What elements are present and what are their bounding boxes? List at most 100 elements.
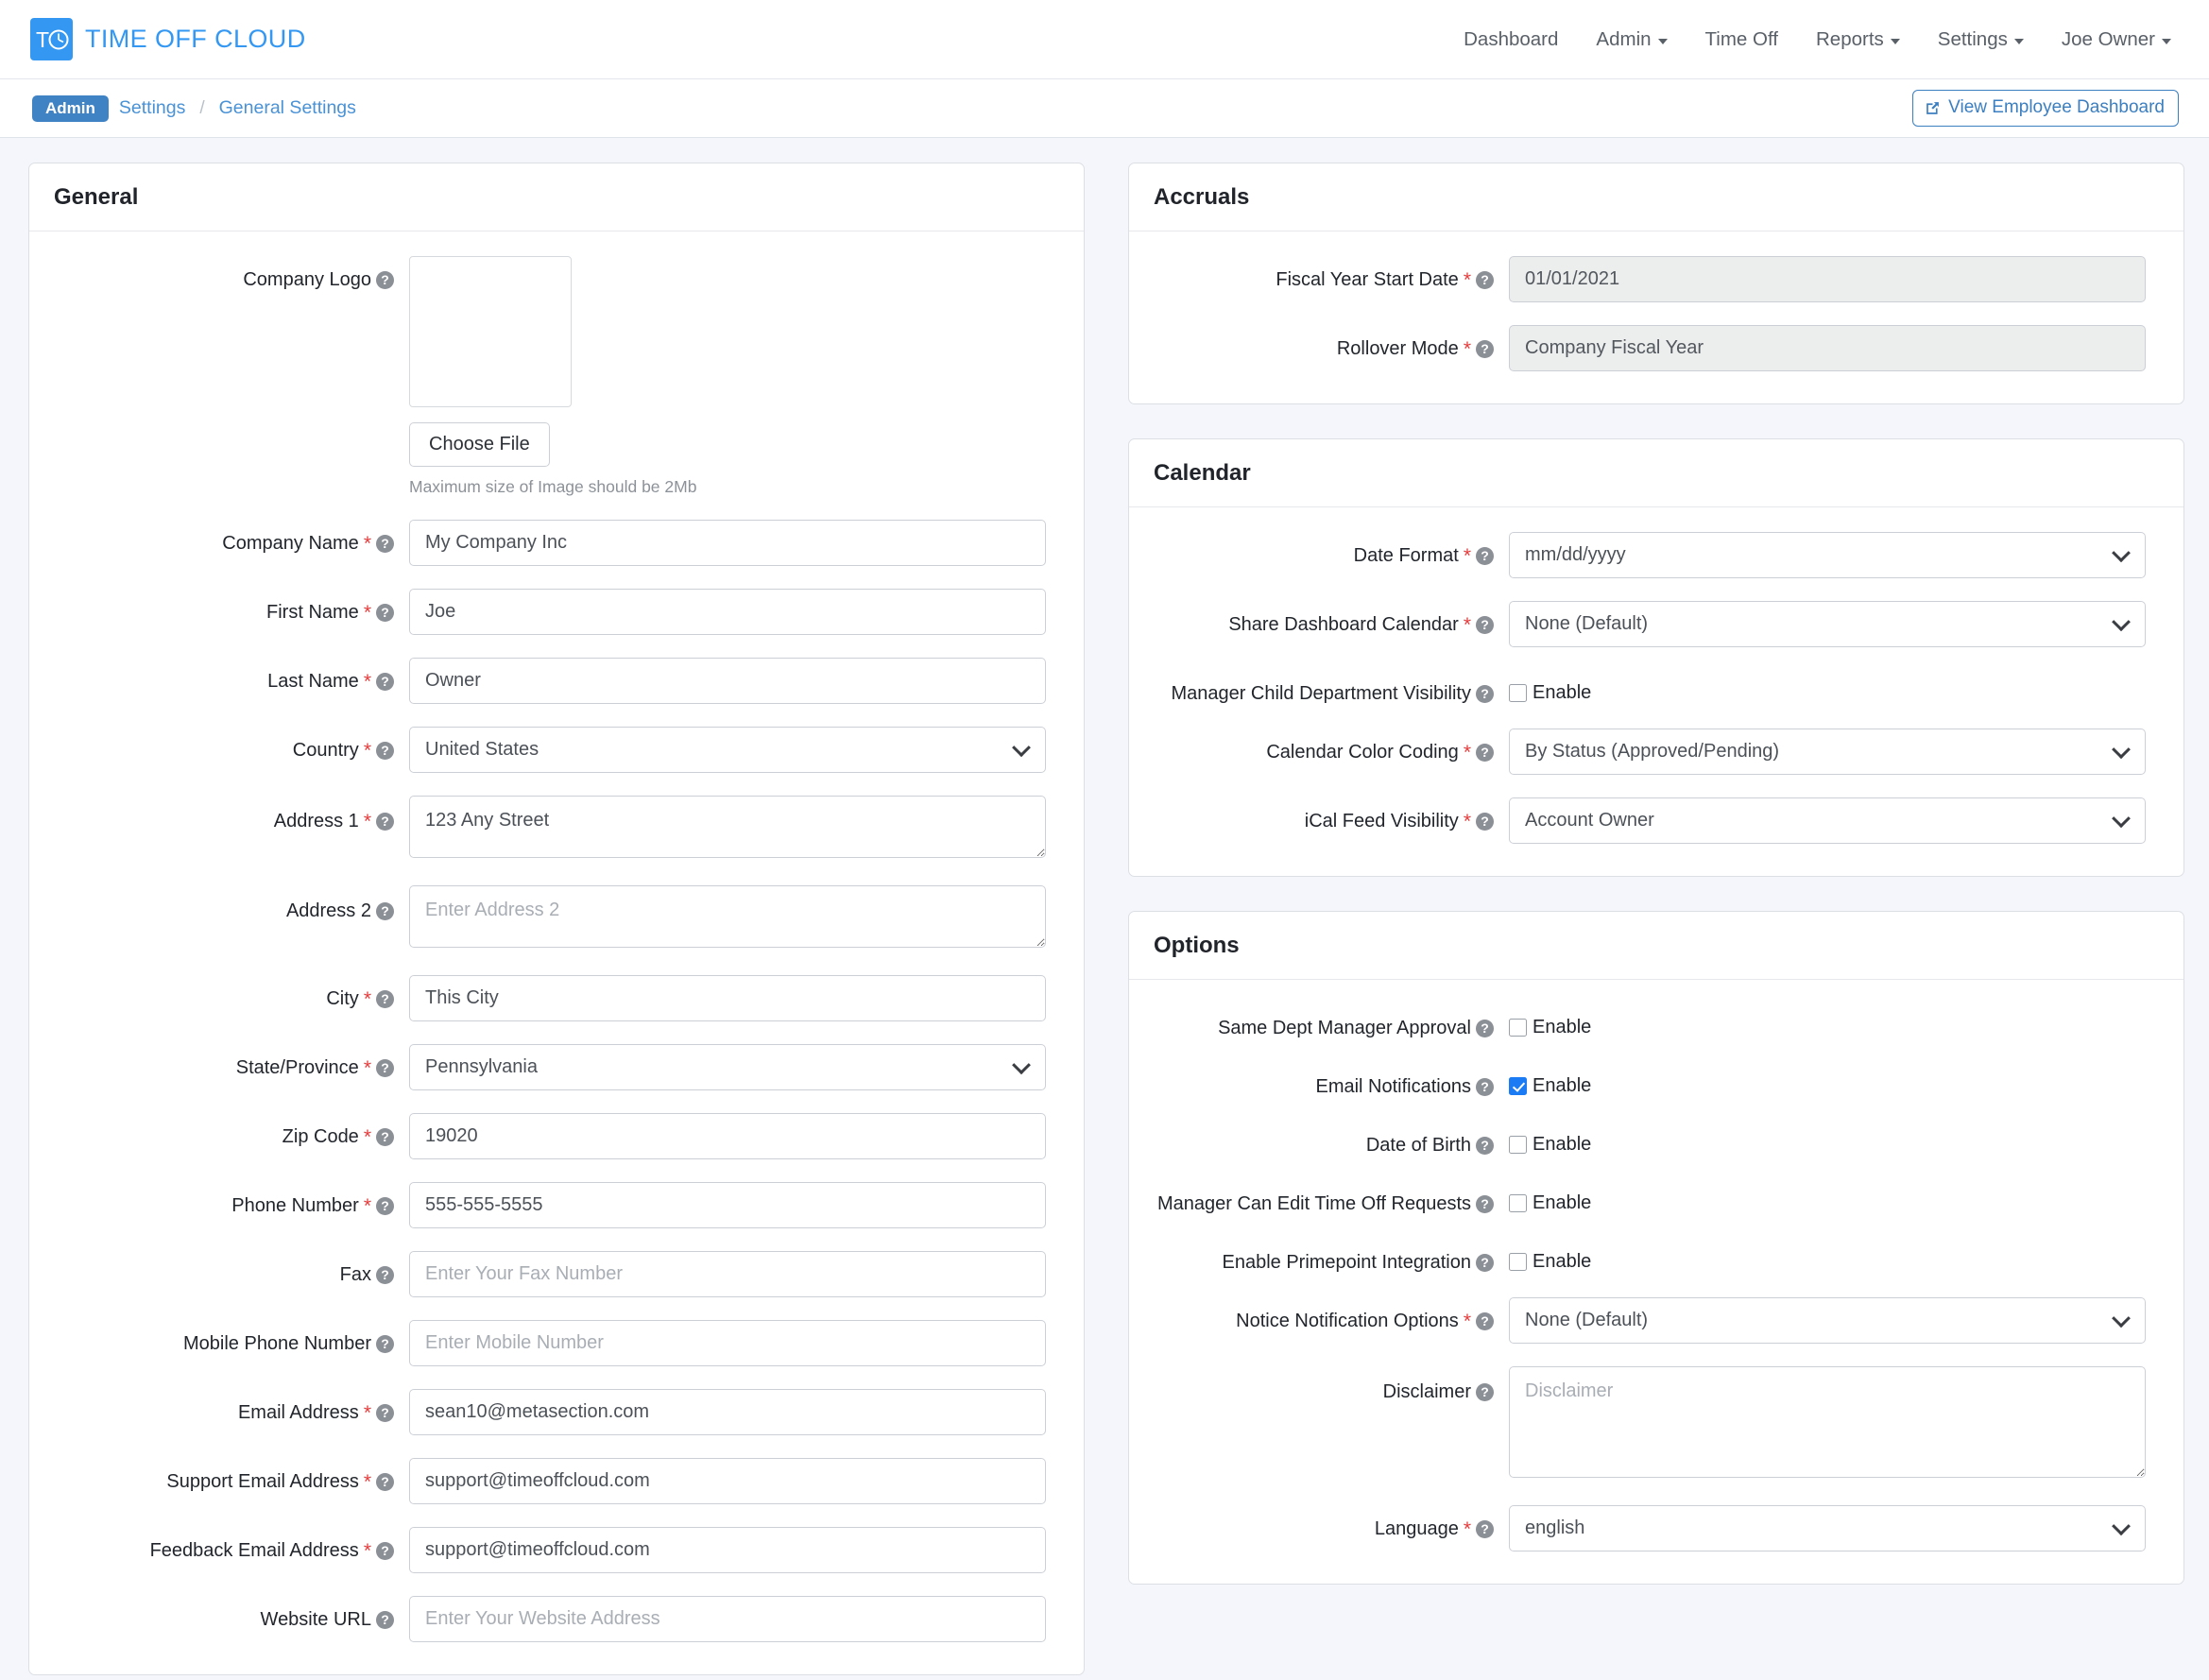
label-share-dashboard-calendar: Share Dashboard Calendar * ? bbox=[1139, 601, 1509, 637]
enable-primepoint-integration-checkbox[interactable] bbox=[1509, 1253, 1527, 1271]
help-icon[interactable]: ? bbox=[1476, 1195, 1494, 1213]
brand-logo[interactable]: T TIME OFF CLOUD bbox=[30, 18, 306, 60]
nav-link-reports[interactable]: Reports bbox=[1816, 28, 1900, 51]
help-icon[interactable]: ? bbox=[376, 990, 394, 1008]
label-first-name-text: First Name bbox=[266, 602, 359, 623]
zip-code-input[interactable] bbox=[409, 1113, 1046, 1159]
date-of-birth-enable-label[interactable]: Enable bbox=[1533, 1134, 1591, 1156]
nav-link-user-menu[interactable]: Joe Owner bbox=[2062, 28, 2171, 51]
label-country: Country * ? bbox=[39, 727, 409, 763]
language-select[interactable]: english bbox=[1509, 1505, 2146, 1551]
address-2-textarea[interactable] bbox=[409, 885, 1046, 948]
breadcrumb: Admin Settings / General Settings bbox=[32, 94, 356, 122]
help-icon[interactable]: ? bbox=[1476, 547, 1494, 565]
help-icon[interactable]: ? bbox=[1476, 616, 1494, 634]
help-icon[interactable]: ? bbox=[376, 1059, 394, 1077]
manager-can-edit-time-off-requests-enable-label[interactable]: Enable bbox=[1533, 1192, 1591, 1214]
mobile-phone-number-input[interactable] bbox=[409, 1320, 1046, 1366]
help-icon[interactable]: ? bbox=[1476, 744, 1494, 762]
help-icon[interactable]: ? bbox=[1476, 1020, 1494, 1037]
help-icon[interactable]: ? bbox=[1476, 1137, 1494, 1155]
help-icon[interactable]: ? bbox=[1476, 1254, 1494, 1272]
ical-feed-visibility-select[interactable]: Account Owner bbox=[1509, 797, 2146, 844]
breadcrumb-settings-link[interactable]: Settings bbox=[119, 97, 185, 119]
calendar-color-coding-select[interactable]: By Status (Approved/Pending) bbox=[1509, 729, 2146, 775]
manager-can-edit-time-off-requests-checkbox[interactable] bbox=[1509, 1194, 1527, 1212]
nav-link-time-off-label: Time Off bbox=[1704, 27, 1778, 50]
control-city bbox=[409, 975, 1046, 1021]
first-name-input[interactable] bbox=[409, 589, 1046, 635]
address-1-textarea[interactable] bbox=[409, 796, 1046, 858]
help-icon[interactable]: ? bbox=[1476, 340, 1494, 358]
nav-link-dashboard[interactable]: Dashboard bbox=[1464, 28, 1558, 51]
city-input[interactable] bbox=[409, 975, 1046, 1021]
help-icon[interactable]: ? bbox=[376, 1266, 394, 1284]
help-icon[interactable]: ? bbox=[1476, 1520, 1494, 1538]
help-icon[interactable]: ? bbox=[1476, 685, 1494, 703]
help-icon[interactable]: ? bbox=[376, 1542, 394, 1560]
support-email-address-input[interactable] bbox=[409, 1458, 1046, 1504]
nav-link-admin[interactable]: Admin bbox=[1596, 28, 1668, 51]
help-icon[interactable]: ? bbox=[1476, 813, 1494, 831]
help-icon[interactable]: ? bbox=[376, 271, 394, 289]
website-url-input[interactable] bbox=[409, 1596, 1046, 1642]
same-dept-manager-approval-checkbox[interactable] bbox=[1509, 1019, 1527, 1037]
help-icon[interactable]: ? bbox=[376, 1197, 394, 1215]
field-row-ical-feed-visibility: iCal Feed Visibility * ? Account Owner bbox=[1139, 797, 2146, 844]
label-manager-can-edit-time-off-requests-text: Manager Can Edit Time Off Requests bbox=[1156, 1193, 1471, 1214]
company-name-input[interactable] bbox=[409, 520, 1046, 566]
help-icon[interactable]: ? bbox=[1476, 1383, 1494, 1401]
email-notifications-enable-label[interactable]: Enable bbox=[1533, 1075, 1591, 1097]
required-asterisk: * bbox=[363, 1402, 371, 1424]
email-address-input[interactable] bbox=[409, 1389, 1046, 1435]
help-icon[interactable]: ? bbox=[376, 1335, 394, 1353]
help-icon[interactable]: ? bbox=[376, 1473, 394, 1491]
nav-link-settings[interactable]: Settings bbox=[1938, 28, 2024, 51]
help-icon[interactable]: ? bbox=[376, 535, 394, 553]
choose-file-button[interactable]: Choose File bbox=[409, 422, 550, 467]
view-employee-dashboard-button[interactable]: View Employee Dashboard bbox=[1912, 90, 2179, 127]
share-dashboard-calendar-select[interactable]: None (Default) bbox=[1509, 601, 2146, 647]
state-province-select[interactable]: Pennsylvania bbox=[409, 1044, 1046, 1090]
date-format-select[interactable]: mm/dd/yyyy bbox=[1509, 532, 2146, 578]
help-icon[interactable]: ? bbox=[1476, 271, 1494, 289]
country-select[interactable]: United States bbox=[409, 727, 1046, 773]
field-row-email-notifications: Email Notifications ? Enable bbox=[1139, 1063, 2146, 1099]
help-icon[interactable]: ? bbox=[1476, 1312, 1494, 1330]
control-same-dept-manager-approval: Enable bbox=[1509, 1004, 2146, 1038]
label-date-of-birth: Date of Birth ? bbox=[1139, 1122, 1509, 1157]
label-company-logo: Company Logo ? bbox=[39, 256, 409, 292]
feedback-email-address-input[interactable] bbox=[409, 1527, 1046, 1573]
manager-child-department-visibility-checkbox[interactable] bbox=[1509, 684, 1527, 702]
notice-notification-options-select[interactable]: None (Default) bbox=[1509, 1297, 2146, 1344]
help-icon[interactable]: ? bbox=[376, 902, 394, 920]
breadcrumb-bar: Admin Settings / General Settings View E… bbox=[0, 79, 2209, 138]
help-icon[interactable]: ? bbox=[376, 673, 394, 691]
fax-input[interactable] bbox=[409, 1251, 1046, 1297]
last-name-input[interactable] bbox=[409, 658, 1046, 704]
label-mobile-phone-number: Mobile Phone Number ? bbox=[39, 1320, 409, 1356]
manager-child-department-visibility-enable-label[interactable]: Enable bbox=[1533, 682, 1591, 704]
disclaimer-textarea[interactable] bbox=[1509, 1366, 2146, 1478]
breadcrumb-general-settings[interactable]: General Settings bbox=[219, 97, 356, 119]
field-row-date-format: Date Format * ? mm/dd/yyyy bbox=[1139, 532, 2146, 578]
control-state-province: Pennsylvania bbox=[409, 1044, 1046, 1090]
help-icon[interactable]: ? bbox=[376, 604, 394, 622]
label-website-url-text: Website URL bbox=[260, 1609, 371, 1630]
same-dept-manager-approval-enable-label[interactable]: Enable bbox=[1533, 1017, 1591, 1038]
required-asterisk: * bbox=[1463, 811, 1471, 832]
email-notifications-checkbox[interactable] bbox=[1509, 1077, 1527, 1095]
help-icon[interactable]: ? bbox=[376, 742, 394, 760]
phone-number-input[interactable] bbox=[409, 1182, 1046, 1228]
enable-primepoint-integration-enable-label[interactable]: Enable bbox=[1533, 1251, 1591, 1273]
date-of-birth-checkbox[interactable] bbox=[1509, 1136, 1527, 1154]
help-icon[interactable]: ? bbox=[1476, 1078, 1494, 1096]
nav-link-time-off[interactable]: Time Off bbox=[1705, 28, 1778, 51]
breadcrumb-admin-badge[interactable]: Admin bbox=[32, 94, 109, 122]
control-website-url bbox=[409, 1596, 1046, 1642]
help-icon[interactable]: ? bbox=[376, 1611, 394, 1629]
help-icon[interactable]: ? bbox=[376, 1128, 394, 1146]
nav-link-reports-label: Reports bbox=[1816, 27, 1884, 50]
help-icon[interactable]: ? bbox=[376, 1404, 394, 1422]
help-icon[interactable]: ? bbox=[376, 813, 394, 831]
